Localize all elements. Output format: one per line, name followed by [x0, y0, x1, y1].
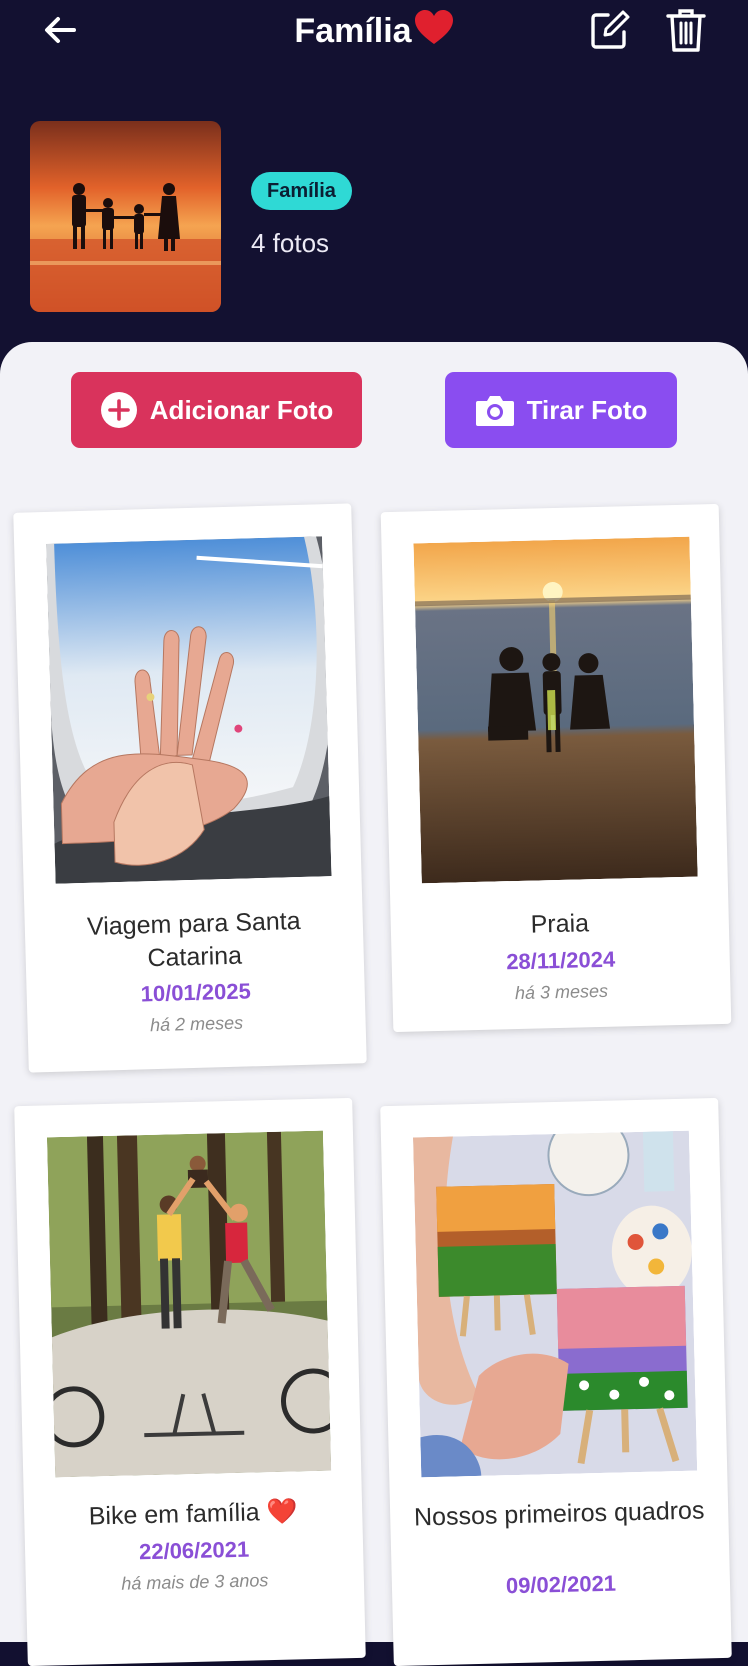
- take-photo-button[interactable]: Tirar Foto: [445, 372, 677, 448]
- photo-thumbnail: [413, 536, 698, 884]
- photo-card[interactable]: Praia 28/11/2024 há 3 meses: [380, 503, 732, 1033]
- top-bar: Família: [0, 0, 748, 60]
- trash-icon: [666, 9, 706, 52]
- photo-caption: Viagem para Santa Catarina: [86, 906, 301, 973]
- album-tag: Família: [251, 172, 352, 210]
- photo-count: 4 fotos: [251, 228, 330, 258]
- plus-circle-icon: [100, 391, 138, 429]
- delete-album-button[interactable]: [664, 6, 708, 54]
- page-title-text: Família: [294, 12, 412, 50]
- edit-icon: [591, 10, 630, 49]
- photo-card[interactable]: Bike em família ❤️ 22/06/2021 há mais de…: [14, 1097, 366, 1666]
- photo-date: 28/11/2024: [505, 946, 616, 975]
- photo-relative-time: há mais de 3 anos: [121, 1570, 269, 1594]
- photo-relative-time: há 3 meses: [514, 980, 609, 1004]
- photo-caption: Bike em família ❤️: [88, 1497, 299, 1531]
- camera-icon: [475, 393, 515, 427]
- take-photo-label: Tirar Foto: [526, 394, 648, 425]
- photo-date: 22/06/2021: [138, 1536, 250, 1565]
- photo-thumbnail: [46, 536, 332, 884]
- photo-relative-time: há 2 meses: [149, 1012, 244, 1036]
- photo-caption: Nossos primeiros quadros: [413, 1496, 705, 1532]
- photo-caption: Praia: [530, 909, 590, 939]
- add-photo-button[interactable]: Adicionar Foto: [71, 372, 362, 448]
- album-header: Família Família 4 fotos: [0, 0, 748, 360]
- album-cover-photo[interactable]: [30, 121, 221, 312]
- photo-card[interactable]: Nossos primeiros quadros 09/02/2021: [380, 1097, 732, 1666]
- heart-icon: [414, 10, 454, 55]
- photo-date: 10/01/2025: [140, 978, 252, 1007]
- photo-thumbnail: [412, 1130, 698, 1478]
- photo-sheet: Adicionar Foto Tirar Foto Viagem para Sa…: [0, 342, 748, 1666]
- edit-album-button[interactable]: [588, 8, 632, 52]
- photo-date: 09/02/2021: [505, 1570, 617, 1599]
- add-photo-label: Adicionar Foto: [149, 394, 334, 425]
- photo-thumbnail: [46, 1130, 332, 1478]
- photo-card[interactable]: Viagem para Santa Catarina 10/01/2025 há…: [13, 503, 367, 1073]
